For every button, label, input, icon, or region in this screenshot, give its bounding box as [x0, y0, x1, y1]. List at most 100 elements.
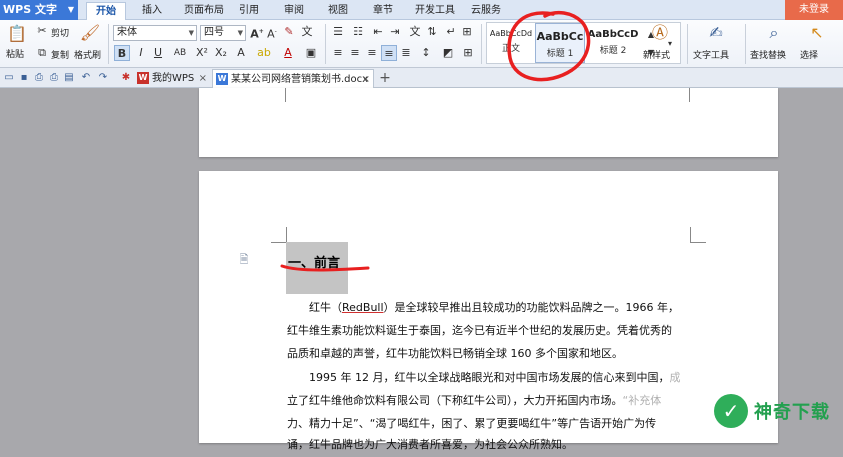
numbered-list-icon[interactable]: ☷ — [350, 24, 366, 40]
margin-corner-mark — [690, 227, 706, 243]
copy-button[interactable]: 复制 — [51, 48, 69, 61]
text-effect-icon[interactable]: A — [233, 45, 249, 61]
doc-tab-active[interactable]: W 某某公司网络营销策划书.docx * × — [212, 69, 374, 104]
scissors-icon[interactable]: ✂ — [34, 23, 50, 39]
text-run: 品质和卓越的声誉，红牛功能饮料已畅销全球 160 多个国家和地区。 — [287, 347, 623, 360]
text-run: 立了红牛维他命饮料有限公司（下称红牛公司），大力开拓国内市场。 — [287, 394, 623, 407]
tab-home[interactable]: 开始 — [86, 2, 126, 20]
style-sample: AaBbCcDd — [489, 29, 533, 38]
phonetic-icon[interactable]: 文 — [299, 24, 315, 40]
watermark-text: 神奇下载 — [754, 402, 830, 423]
decrease-indent-icon[interactable]: ⇤ — [370, 24, 386, 40]
print-preview-icon[interactable]: ▤ — [62, 71, 76, 85]
document-page-previous[interactable] — [199, 88, 778, 157]
align-center-icon[interactable]: ≡ — [347, 45, 363, 61]
tab-view[interactable]: 视图 — [323, 2, 353, 20]
show-marks-icon[interactable]: ↵ — [443, 24, 459, 40]
doc-tab-my-wps[interactable]: W 我的WPS × — [134, 69, 210, 88]
clear-format-icon[interactable]: ✎ — [281, 24, 297, 40]
font-color-icon[interactable]: A — [280, 45, 296, 61]
text-run-faded: 成 — [669, 371, 681, 384]
tab-cloud[interactable]: 云服务 — [466, 2, 506, 20]
sort-icon[interactable]: ⇅ — [424, 24, 440, 40]
body-line[interactable]: 1995 年 12 月，红牛以全球战略眼光和对中国市场发展的信心来到中国，成 — [309, 366, 680, 390]
style-sample: AaBbCcD — [587, 29, 639, 40]
char-shading-icon[interactable]: ▣ — [303, 45, 319, 61]
undo-icon[interactable]: ↶ — [79, 71, 93, 85]
style-name: 标题 2 — [599, 46, 627, 56]
new-style-icon[interactable]: Ⓐ — [649, 23, 671, 43]
spell-error-text: RedBull — [342, 301, 384, 314]
style-heading-1[interactable]: AaBbCc 标题 1 — [535, 23, 585, 63]
align-left-icon[interactable]: ≡ — [330, 45, 346, 61]
redo-icon[interactable]: ↷ — [96, 71, 110, 85]
close-icon[interactable]: × — [362, 70, 370, 89]
align-right-icon[interactable]: ≡ — [364, 45, 380, 61]
text-tools-button[interactable]: 文字工具 — [693, 48, 729, 61]
export-pdf-icon[interactable]: ⎙ — [32, 71, 46, 85]
body-line[interactable]: 立了红牛维他命饮料有限公司（下称红牛公司），大力开拓国内市场。“补充体 — [287, 389, 661, 413]
print-icon[interactable]: ⎙ — [47, 71, 61, 85]
bullet-list-icon[interactable]: ☰ — [330, 24, 346, 40]
tab-page-layout[interactable]: 页面布局 — [176, 2, 232, 20]
tab-review[interactable]: 审阅 — [278, 2, 310, 20]
login-button[interactable]: 未登录 — [785, 0, 843, 20]
font-size-value: 四号 — [204, 27, 224, 38]
tab-references[interactable]: 引用 — [234, 2, 264, 20]
line-spacing-icon[interactable]: ↕ — [418, 45, 434, 61]
body-line[interactable]: 品质和卓越的声誉，红牛功能饮料已畅销全球 160 多个国家和地区。 — [287, 342, 623, 366]
new-tab-plus-icon[interactable]: + — [378, 71, 392, 85]
app-menu-button[interactable]: WPS 文字 ▼ — [0, 0, 78, 20]
body-line[interactable]: 红牛（RedBull）是全球较早推出且较成功的功能饮料品牌之一。1966 年， — [309, 296, 679, 320]
superscript-icon[interactable]: X² — [194, 45, 210, 61]
text-run: 红牛维生素功能饮料诞生于泰国，迄今已有近半个世纪的发展历史。凭着优秀的 — [287, 324, 672, 337]
text-tools-icon[interactable]: ✍ — [705, 23, 727, 43]
subscript-icon[interactable]: X₂ — [213, 45, 229, 61]
text-run-faded: “补充体 — [622, 394, 662, 407]
border-icon[interactable]: ⊞ — [460, 45, 476, 61]
shading-icon[interactable]: ◩ — [440, 45, 456, 61]
document-icon: W — [216, 73, 228, 85]
tab-chapter[interactable]: 章节 — [368, 2, 398, 20]
select-button[interactable]: 选择 — [800, 48, 818, 61]
cut-button[interactable]: 剪切 — [51, 26, 69, 39]
style-name: 正文 — [501, 44, 520, 54]
watermark-logo: ✓ 神奇下载 — [714, 390, 838, 434]
tab-insert[interactable]: 插入 — [134, 2, 170, 20]
bold-icon[interactable]: B — [114, 45, 130, 61]
distributed-icon[interactable]: ≣ — [398, 45, 414, 61]
pin-icon[interactable]: ✱ — [119, 71, 133, 85]
body-line[interactable]: 诵，红牛品牌也为广大消费者所喜爱，为社会公众所熟知。 — [287, 433, 573, 457]
text-run: 1995 年 12 月，红牛以全球战略眼光和对中国市场发展的信心来到中国， — [309, 371, 670, 384]
find-replace-icon[interactable]: ⌕ — [763, 23, 785, 43]
chinese-layout-icon[interactable]: 文 — [407, 24, 423, 40]
underline-icon[interactable]: U — [150, 45, 166, 61]
tab-developer[interactable]: 开发工具 — [408, 2, 462, 20]
save-icon[interactable]: ▪ — [17, 71, 31, 85]
section-heading[interactable]: 一、前言 — [288, 252, 340, 271]
font-size-select[interactable]: 四号 ▼ — [200, 25, 246, 41]
strikethrough-icon[interactable]: AB — [172, 45, 188, 61]
table-grid-icon[interactable]: ⊞ — [459, 24, 475, 40]
paste-icon[interactable]: 📋 — [6, 24, 28, 44]
italic-icon[interactable]: I — [133, 45, 149, 61]
increase-indent-icon[interactable]: ⇥ — [387, 24, 403, 40]
format-painter-button[interactable]: 格式刷 — [74, 48, 101, 61]
grow-font-icon[interactable]: A+ — [249, 24, 265, 41]
paste-button[interactable]: 粘贴 — [6, 47, 24, 60]
style-normal[interactable]: AaBbCcDd 正文 — [489, 23, 533, 63]
cursor-icon[interactable]: ↖ — [806, 23, 828, 43]
shrink-font-icon[interactable]: A- — [264, 24, 280, 41]
close-icon[interactable]: × — [199, 69, 207, 88]
font-name-select[interactable]: 宋体 ▼ — [113, 25, 197, 41]
style-heading-2[interactable]: AaBbCcD 标题 2 — [587, 23, 639, 63]
copy-icon[interactable]: ⧉ — [34, 45, 50, 61]
format-painter-icon[interactable]: 🖌 — [79, 23, 101, 43]
new-style-button[interactable]: 新样式 — [643, 48, 670, 61]
find-replace-button[interactable]: 查找替换 — [750, 48, 786, 61]
body-line[interactable]: 红牛维生素功能饮料诞生于泰国，迄今已有近半个世纪的发展历史。凭着优秀的 — [287, 319, 672, 343]
open-icon[interactable]: ▭ — [2, 71, 16, 85]
paragraph-handle-icon[interactable]: 🗎 — [236, 252, 252, 268]
justify-icon[interactable]: ≡ — [381, 45, 397, 61]
highlight-icon[interactable]: ab — [256, 45, 272, 61]
